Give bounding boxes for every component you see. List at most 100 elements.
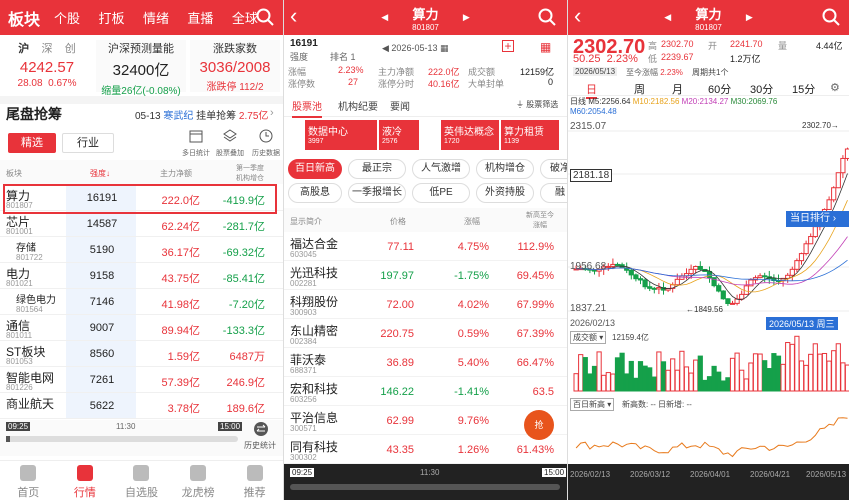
table-row[interactable]: 电力 801021 9158 43.75亿 -85.41亿 — [0, 262, 283, 289]
nav-recommend[interactable]: 推荐 — [226, 461, 283, 500]
date-picker[interactable]: ◀ 2026-05-13 ▦ — [382, 43, 448, 54]
prev-icon[interactable]: ◀ — [381, 12, 388, 23]
table-row[interactable]: 同有科技 300302 43.35 1.26% 61.43% — [284, 435, 567, 464]
col-brief[interactable]: 显示简介 — [290, 216, 322, 227]
col-inst[interactable]: 第一季度 机构增仓 — [230, 163, 270, 183]
chip-dividend[interactable]: 高股息 — [288, 183, 342, 203]
table-row[interactable]: 菲沃泰 688371 36.89 5.40% 66.47% — [284, 348, 567, 377]
featured-button[interactable]: 精选 — [8, 133, 56, 153]
col-strength[interactable]: 强度↓ — [90, 168, 110, 179]
tab-30min[interactable]: 30分 — [750, 81, 773, 97]
daily-rank-button[interactable]: 当日排行 › — [786, 211, 849, 227]
swap-icon[interactable] — [254, 422, 268, 436]
volume-selector[interactable]: 成交额 ▾ — [570, 331, 607, 344]
table-row[interactable]: 存储 801722 5190 36.17亿 -69.32亿 — [0, 236, 283, 263]
indicator-selector[interactable]: 百日新高 ▾ — [570, 398, 615, 411]
tab-stock[interactable]: 个股 — [54, 11, 80, 26]
grid-icon[interactable]: ▦ — [540, 40, 551, 54]
mainflow-cell: 57.39亿 — [161, 377, 200, 389]
chip-hot[interactable]: 人气激增 — [412, 159, 470, 179]
selected-row-outline — [3, 184, 277, 214]
chip-foreign[interactable]: 外资持股 — [476, 183, 534, 203]
multi-day-stats-tool[interactable]: 多日统计 — [182, 129, 210, 158]
tab-live[interactable]: 直播 — [187, 11, 213, 26]
table-row[interactable]: 东山精密 002384 220.75 0.59% 67.39% — [284, 319, 567, 348]
stock-filter[interactable]: ⏚ 股票筛选 — [516, 99, 558, 110]
table-row[interactable]: 光迅科技 002281 197.97 -1.75% 69.45% — [284, 261, 567, 290]
nav-home[interactable]: 首页 — [0, 461, 57, 500]
next-icon[interactable]: ▶ — [746, 12, 753, 23]
col-change[interactable]: 涨幅 — [464, 216, 480, 227]
category-tile[interactable]: 液冷 2576 — [379, 120, 419, 150]
index-tab-cy[interactable]: 创 — [65, 43, 76, 55]
category-tile[interactable]: 算力租赁 1139 — [501, 120, 559, 150]
chip-pb[interactable]: 破净 — [540, 159, 567, 179]
back-icon[interactable]: ‹ — [290, 3, 297, 29]
chip-new-high[interactable]: 百日新高 — [288, 159, 342, 179]
table-row[interactable]: 科翔股份 300903 72.00 4.02% 67.99% — [284, 290, 567, 319]
chevron-right-icon[interactable]: › — [270, 107, 274, 119]
col-since-high[interactable]: 新高至今 涨幅 — [520, 210, 560, 230]
chip-q1[interactable]: 一季报增长 — [348, 183, 406, 203]
col-mainflow[interactable]: 主力净额 — [160, 168, 192, 179]
volume-bar — [656, 351, 662, 392]
search-icon[interactable] — [256, 8, 274, 26]
chip-label: 外资持股 — [485, 187, 525, 198]
industry-button[interactable]: 行业 — [62, 133, 114, 153]
table-row[interactable]: 绿色电力 801564 7146 41.98亿 -7.20亿 — [0, 288, 283, 315]
tab-stock-pool[interactable]: 股票池 — [292, 98, 322, 118]
y-tick: 1956.68 — [570, 261, 607, 272]
tab-month[interactable]: 月 — [672, 81, 683, 97]
promo-badge-icon[interactable]: 抢 — [524, 410, 554, 440]
nav-market[interactable]: 行情 — [57, 461, 114, 500]
table-row[interactable]: 芯片 801001 14587 62.24亿 -281.7亿 — [0, 210, 283, 237]
volume-forecast-card[interactable]: 沪深预测量能 32400亿 缩量26亿(-0.08%) — [96, 40, 186, 97]
table-row[interactable]: 宏和科技 603256 146.22 -1.41% 63.5 — [284, 377, 567, 406]
category-tile[interactable]: 数据中心 3997 — [305, 120, 377, 150]
table-row[interactable]: ST板块 801053 8560 1.59亿 6487万 — [0, 340, 283, 367]
calendar-icon — [189, 130, 203, 143]
index-tab-sz[interactable]: 深 — [42, 43, 53, 55]
search-icon[interactable] — [822, 8, 840, 26]
index-card-sh[interactable]: 沪 深 创 4242.57 28.08 0.67% — [2, 40, 92, 92]
next-icon[interactable]: ▶ — [463, 12, 470, 23]
updown-count-card[interactable]: 涨跌家数 3036/2008 涨跌停 112/2 — [190, 40, 280, 93]
history-data-tool[interactable]: 历史数据 — [252, 129, 280, 158]
chip-lowpe[interactable]: 低PE — [412, 183, 470, 203]
tab-limit[interactable]: 打板 — [98, 11, 124, 26]
col-price[interactable]: 价格 — [390, 216, 406, 227]
time-slider[interactable] — [290, 484, 560, 490]
chip-margin[interactable]: 融 — [540, 183, 567, 203]
tab-week[interactable]: 周 — [634, 81, 645, 97]
chip-label: 低PE — [429, 187, 453, 198]
add-icon[interactable]: + — [502, 40, 514, 52]
category-tile[interactable]: 英伟达概念 1720 — [441, 120, 499, 150]
tab-15min[interactable]: 15分 — [792, 81, 815, 97]
tab-60min[interactable]: 60分 — [708, 81, 731, 97]
nav-watchlist[interactable]: 自选股 — [113, 461, 170, 500]
strength-cell: 14587 — [86, 218, 118, 230]
gear-icon[interactable]: ⚙ — [830, 81, 840, 94]
table-row[interactable]: 智能电网 801226 7261 57.39亿 246.9亿 — [0, 366, 283, 393]
tab-mood[interactable]: 情绪 — [143, 11, 169, 26]
index-tab-sh[interactable]: 沪 — [18, 43, 29, 55]
strength-cell: 9158 — [89, 270, 115, 282]
stock-overlay-tool[interactable]: 股票叠加 — [216, 129, 244, 158]
time-slider[interactable] — [6, 436, 238, 442]
table-row[interactable]: 通信 801011 9007 89.94亿 -133.3亿 — [0, 314, 283, 341]
back-icon[interactable]: ‹ — [574, 3, 581, 29]
chip-inst[interactable]: 机构增仓 — [476, 159, 534, 179]
prev-icon[interactable]: ◀ — [664, 12, 671, 23]
history-stats-label[interactable]: 历史统计 — [244, 440, 276, 451]
tab-global[interactable]: 全球 — [232, 11, 258, 26]
tab-inst-notes[interactable]: 机构纪要 — [338, 98, 378, 113]
tab-news[interactable]: 要闻 — [390, 98, 410, 113]
tail-info[interactable]: 05-13 寒武纪 挂单抢筹 2.75亿 — [135, 107, 268, 122]
table-row[interactable]: 福达合金 603045 77.11 4.75% 112.9% — [284, 232, 567, 261]
category-value: 3997 — [308, 138, 324, 145]
nav-dragon[interactable]: 龙虎榜 — [170, 461, 227, 500]
search-icon[interactable] — [538, 8, 556, 26]
chip-authentic[interactable]: 最正宗 — [348, 159, 406, 179]
table-row[interactable]: 商业航天 5622 3.78亿 189.6亿 — [0, 392, 283, 419]
price-cell: 220.75 — [380, 328, 414, 340]
